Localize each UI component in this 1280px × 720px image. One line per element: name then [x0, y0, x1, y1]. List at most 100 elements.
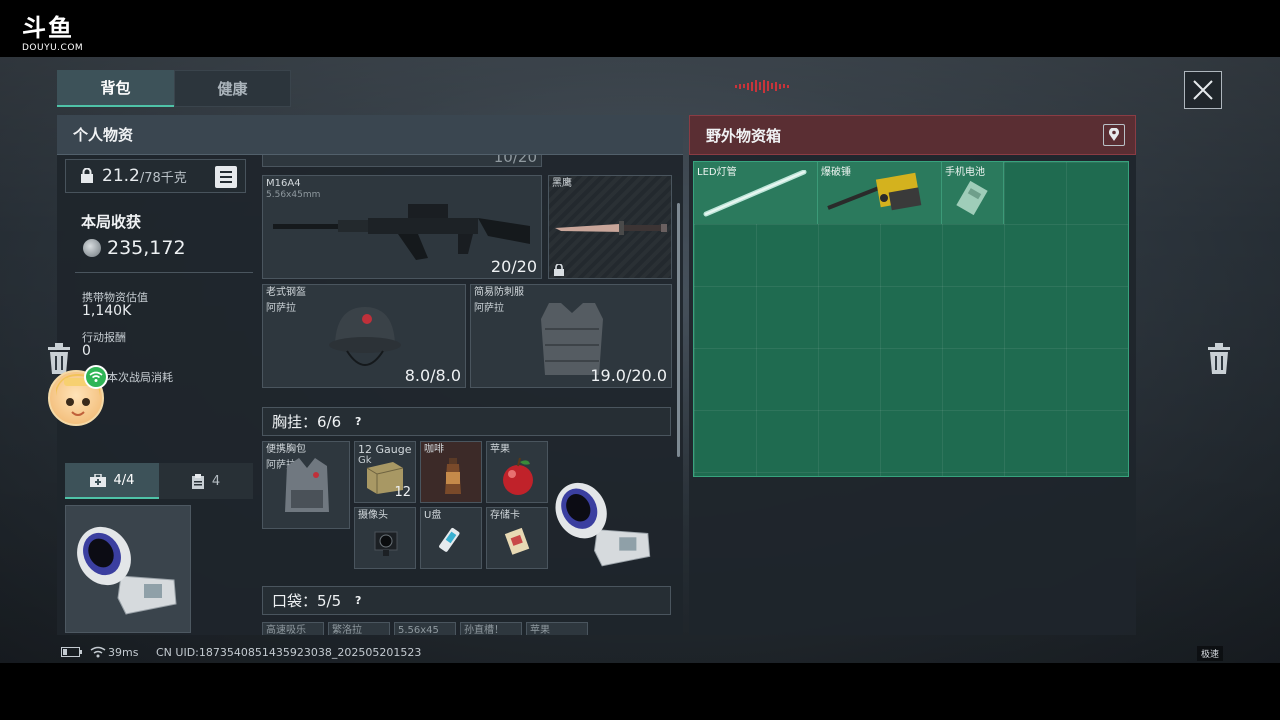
armor-durability: 19.0/20.0: [590, 366, 667, 385]
dragged-item-blood-pressure-monitor-icon[interactable]: [540, 463, 668, 583]
weapon-ammo-count: 20/20: [490, 257, 537, 276]
usb-name: U盘: [424, 510, 442, 521]
slot-tabs: 4/4 4: [65, 463, 253, 499]
reward-value: 0: [82, 343, 91, 359]
item-camera[interactable]: 摄像头: [354, 507, 416, 569]
weight-current: 21.2: [102, 166, 140, 186]
wifi-status-icon: [90, 646, 106, 658]
item-memory-card[interactable]: 存储卡: [486, 507, 548, 569]
location-pin-icon: [1109, 128, 1119, 141]
coffee-name: 咖啡: [424, 444, 444, 455]
weapon-slot-m16a4[interactable]: M16A4 5.56x45mm 20/20: [262, 175, 542, 279]
trash-icon-right[interactable]: [1206, 343, 1232, 375]
field-crate-panel: LED灯管 爆破锤 手机电池: [689, 155, 1136, 635]
speed-label: 极速: [1197, 646, 1224, 661]
pocket-header: 口袋：5/5 ?: [262, 586, 671, 615]
tab-medical[interactable]: 4/4: [65, 463, 159, 499]
apple-name: 苹果: [490, 444, 510, 455]
medkit-icon: [89, 473, 106, 487]
crate-grid[interactable]: LED灯管 爆破锤 手机电池: [693, 161, 1129, 477]
helmet-icon: [329, 307, 401, 366]
lock-icon: [554, 264, 564, 276]
user-uid: CN UID:1873540851435923038_202505201523: [156, 645, 422, 659]
coffee-bottle-icon: [445, 458, 461, 494]
medical-count: 4/4: [113, 472, 135, 488]
pocket-item[interactable]: 高速吸乐: [262, 622, 324, 635]
tab-health[interactable]: 健康: [174, 70, 291, 107]
pocket-item[interactable]: 孙直槽！: [460, 622, 522, 635]
pocket-item-name: 孙直槽！: [464, 625, 504, 635]
location-button[interactable]: [1103, 124, 1125, 146]
helmet-slot[interactable]: 老式钢盔 阿萨拉 8.0/8.0: [262, 284, 466, 388]
previous-slot-count: 10/20: [493, 155, 537, 166]
close-button[interactable]: [1184, 71, 1222, 109]
coin-row: 235,172: [83, 237, 186, 259]
item-apple[interactable]: 苹果: [486, 441, 548, 503]
demolition-hammer-icon: [827, 172, 922, 211]
pocket-item-name: 高速吸乐: [266, 625, 306, 635]
apple-icon: [503, 457, 533, 495]
equipped-slot-blood-pressure-monitor[interactable]: [65, 505, 191, 633]
weight-lock-icon: [81, 168, 93, 183]
session-harvest-title: 本局收获: [81, 213, 142, 231]
pocket-item[interactable]: 苹果: [526, 622, 588, 635]
chest-bag-icon: [285, 458, 329, 512]
pocket-help-button[interactable]: ?: [351, 594, 365, 608]
close-icon: [1193, 80, 1213, 100]
knife-name: 黑鹰: [552, 178, 572, 189]
camera-name: 摄像头: [358, 510, 388, 521]
chest-rig-header: 胸挂：6/6 ?: [262, 407, 671, 436]
weapon-name: M16A4: [266, 178, 301, 189]
memory-card-icon: [504, 527, 530, 555]
clipboard-count: 4: [211, 473, 221, 489]
tab-clipboard[interactable]: 4: [159, 463, 253, 499]
loot-led-tube[interactable]: LED灯管: [694, 162, 818, 224]
ammo-12-gauge[interactable]: 12 Gauge Gk 12: [354, 441, 416, 503]
pocket-item-name: 繁洛拉: [332, 625, 362, 635]
sort-list-button[interactable]: [215, 166, 237, 188]
knife-icon: [555, 221, 667, 235]
carried-value: 1,140K: [82, 303, 132, 319]
led-tube-icon: [703, 170, 807, 217]
pocket-title: 口袋：5/5: [272, 592, 342, 610]
item-usb-drive[interactable]: U盘: [420, 507, 482, 569]
helmet-durability: 8.0/8.0: [404, 366, 461, 385]
chest-rig-slot[interactable]: 便携胸包 阿萨拉: [262, 441, 350, 529]
field-crate-header: 野外物资箱: [689, 115, 1136, 155]
douyu-logo: 斗鱼: [22, 14, 74, 42]
pocket-item-name: 5.56x45: [398, 625, 439, 635]
status-bar: 39ms CN UID:1873540851435923038_20250520…: [0, 642, 1280, 662]
pocket-item[interactable]: 5.56x45: [394, 622, 456, 635]
previous-slot-item[interactable]: 10/20: [262, 155, 542, 167]
camera-icon: [374, 531, 398, 556]
loot-phone-battery[interactable]: 手机电池: [942, 162, 1004, 224]
rig-name: 便携胸包: [266, 444, 306, 455]
ping-value: 39ms: [108, 645, 139, 659]
equipment-scrollbar[interactable]: [677, 203, 680, 457]
watermark: 斗鱼 DOUYU.COM: [22, 16, 83, 53]
armor-name: 简易防刺服: [474, 287, 524, 298]
battery-icon: [61, 647, 82, 657]
armor-slot[interactable]: 简易防刺服 阿萨拉 19.0/20.0: [470, 284, 672, 388]
stats-divider: [75, 272, 253, 273]
tab-backpack[interactable]: 背包: [57, 70, 174, 107]
field-crate-title: 野外物资箱: [706, 126, 782, 145]
chest-rig-help-button[interactable]: ?: [351, 415, 365, 429]
loot-battery-name: 手机电池: [945, 167, 985, 178]
armor-origin: 阿萨拉: [474, 303, 504, 314]
usb-drive-icon: [439, 527, 460, 552]
wifi-icon: [89, 371, 103, 382]
knife-slot-black-hawk[interactable]: 黑鹰: [548, 175, 672, 279]
pocket-item[interactable]: 繁洛拉: [328, 622, 390, 635]
item-coffee[interactable]: 咖啡: [420, 441, 482, 503]
loot-demolition-hammer[interactable]: 爆破锤: [818, 162, 942, 224]
signal-wave-icon: [735, 79, 791, 93]
cost-label: 本次战局消耗: [107, 371, 173, 384]
blood-pressure-monitor-icon: [77, 526, 177, 615]
chest-rig-title: 胸挂：6/6: [272, 413, 342, 431]
memory-card-name: 存储卡: [490, 510, 520, 521]
clipboard-icon: [191, 473, 204, 489]
ammo-count: 12: [394, 485, 411, 500]
phone-battery-icon: [956, 180, 988, 216]
personal-items-header: 个人物资: [57, 115, 683, 155]
